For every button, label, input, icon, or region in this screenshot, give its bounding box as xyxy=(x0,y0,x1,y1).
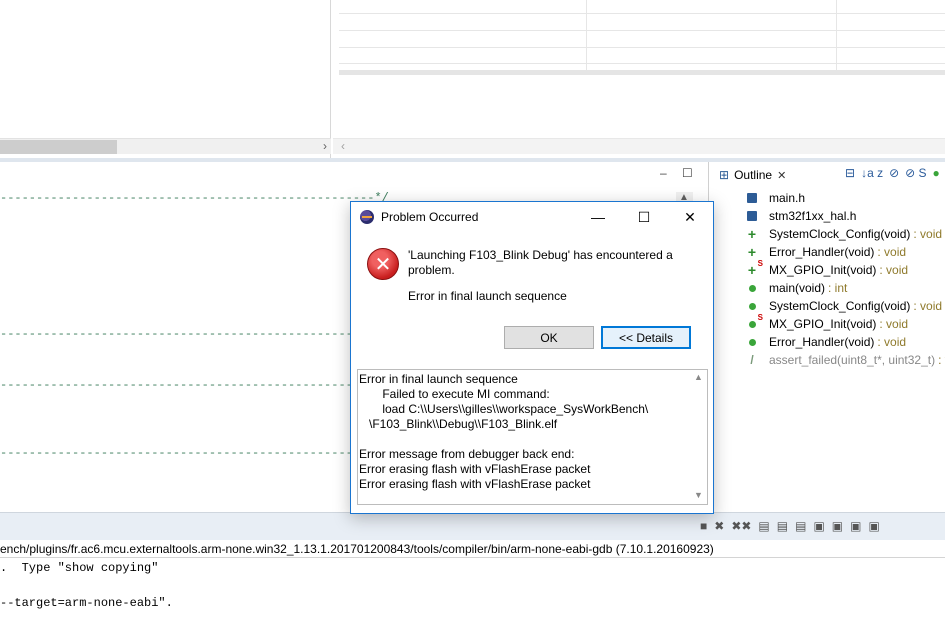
details-button[interactable]: << Details xyxy=(601,326,691,349)
inactive-function-icon xyxy=(745,353,759,367)
scrollbar-thumb[interactable] xyxy=(0,140,117,154)
word-wrap-icon[interactable]: ▤ xyxy=(795,519,806,533)
static-function-icon: S xyxy=(745,313,763,331)
chevron-right-icon[interactable]: › xyxy=(323,139,327,153)
hide-static-icon[interactable]: ⊘ S xyxy=(905,166,926,180)
horizontal-scrollbar[interactable]: › xyxy=(0,138,331,154)
grid-line xyxy=(339,13,945,14)
details-text: Error in final launch sequence Failed to… xyxy=(359,372,649,491)
hide-nonpublic-icon[interactable]: ● xyxy=(933,166,940,180)
chevron-left-icon[interactable]: ‹ xyxy=(341,139,345,153)
tab-label: Outline xyxy=(734,168,773,182)
outline-item[interactable]: main(void) : int xyxy=(745,279,847,297)
ok-button[interactable]: OK xyxy=(504,326,594,349)
top-right-pane: ‹ xyxy=(333,0,945,158)
pin-console-icon[interactable]: ▣ xyxy=(813,519,824,533)
static-function-declaration-icon: S xyxy=(745,259,763,277)
function-icon xyxy=(745,335,759,349)
code-comment-line: ----------------------------------------… xyxy=(0,378,389,392)
terminate-icon[interactable]: ■ xyxy=(700,519,707,533)
error-reason: Error in final launch sequence xyxy=(408,289,567,303)
outline-item[interactable]: SystemClock_Config(void) : void xyxy=(745,225,942,243)
code-comment-line: ----------------------------------------… xyxy=(0,327,389,341)
problem-dialog: Problem Occurred — ☐ ✕ ✕ 'Launching F103… xyxy=(350,201,714,514)
console-line: --target=arm-none-eabi". xyxy=(0,596,173,610)
remove-all-icon[interactable]: ✖✖ xyxy=(731,519,751,533)
scroll-up-icon[interactable]: ▲ xyxy=(694,372,703,382)
outline-view: ⊞ Outline ✕ ⊟ ↓a z ⊘ ⊘ S ● main.h stm32f… xyxy=(708,162,945,508)
header-file-icon xyxy=(745,191,759,205)
minimize-icon[interactable]: – xyxy=(660,166,667,180)
outline-item[interactable]: S MX_GPIO_Init(void) : void xyxy=(745,313,908,333)
grid-column-divider xyxy=(836,0,837,70)
code-comment-line: ----------------------------------------… xyxy=(0,191,389,205)
console-menu-icon[interactable]: ▣ xyxy=(868,519,879,533)
maximize-icon[interactable]: ☐ xyxy=(682,166,693,180)
vertical-scrollbar[interactable]: ▲ ▼ xyxy=(691,370,707,504)
function-declaration-icon xyxy=(745,227,759,241)
outline-item[interactable]: S MX_GPIO_Init(void) : void xyxy=(745,259,908,279)
top-left-pane: › xyxy=(0,0,331,158)
console-tools: ■ ✖ ✖✖ ▤ ▤ ▤ ▣ ▣ ▣ ▣ xyxy=(700,519,880,533)
outline-icon: ⊞ xyxy=(719,168,730,182)
details-textarea[interactable]: Error in final launch sequence Failed to… xyxy=(357,369,708,505)
display-console-icon[interactable]: ▣ xyxy=(832,519,843,533)
header-file-icon xyxy=(745,209,759,223)
grid-line xyxy=(339,47,945,48)
grid-column-divider xyxy=(586,0,587,70)
minimize-button[interactable]: — xyxy=(575,202,621,232)
code-comment-line: ----------------------------------------… xyxy=(0,446,389,460)
clear-console-icon[interactable]: ▤ xyxy=(758,519,769,533)
grid-line xyxy=(339,63,945,64)
grid-bottom-bar xyxy=(339,70,945,75)
collapse-all-icon[interactable]: ⊟ xyxy=(845,166,855,180)
open-console-icon[interactable]: ▣ xyxy=(850,519,861,533)
console-title: ench/plugins/fr.ac6.mcu.externaltools.ar… xyxy=(0,540,945,558)
editor-view-controls: – ☐ xyxy=(650,166,700,182)
tab-outline[interactable]: ⊞ Outline ✕ xyxy=(713,164,793,186)
function-icon xyxy=(745,299,759,313)
close-button[interactable]: ✕ xyxy=(667,202,713,232)
grid-line xyxy=(339,30,945,31)
outline-item[interactable]: Error_Handler(void) : void xyxy=(745,333,906,351)
scroll-down-icon[interactable]: ▼ xyxy=(694,490,703,500)
dialog-titlebar[interactable]: Problem Occurred — ☐ ✕ xyxy=(351,202,713,232)
function-declaration-icon xyxy=(745,245,759,259)
close-icon[interactable]: ✕ xyxy=(777,169,786,182)
scroll-lock-icon[interactable]: ▤ xyxy=(777,519,788,533)
hide-fields-icon[interactable]: ⊘ xyxy=(889,166,899,180)
console-toolbar: ■ ✖ ✖✖ ▤ ▤ ▤ ▣ ▣ ▣ ▣ xyxy=(0,512,945,540)
sort-icon[interactable]: ↓a z xyxy=(861,166,883,180)
outline-item[interactable]: Error_Handler(void) : void xyxy=(745,243,906,261)
remove-launch-icon[interactable]: ✖ xyxy=(714,519,724,533)
console-output[interactable]: . Type "show copying" --target=arm-none-… xyxy=(0,558,945,641)
dialog-title: Problem Occurred xyxy=(381,210,479,224)
horizontal-scrollbar[interactable]: ‹ xyxy=(333,138,945,154)
eclipse-icon xyxy=(360,210,374,224)
console-line: . Type "show copying" xyxy=(0,561,159,575)
outline-item[interactable]: SystemClock_Config(void) : void xyxy=(745,297,942,315)
outline-item[interactable]: assert_failed(uint8_t*, uint32_t) : v xyxy=(745,351,945,369)
outline-item[interactable]: stm32f1xx_hal.h xyxy=(745,207,856,225)
error-icon: ✕ xyxy=(367,248,399,280)
maximize-button[interactable]: ☐ xyxy=(621,202,667,232)
outline-item[interactable]: main.h xyxy=(745,189,805,207)
error-message: 'Launching F103_Blink Debug' has encount… xyxy=(408,248,673,277)
outline-toolbar: ⊟ ↓a z ⊘ ⊘ S ● xyxy=(845,166,940,180)
function-icon xyxy=(745,281,759,295)
